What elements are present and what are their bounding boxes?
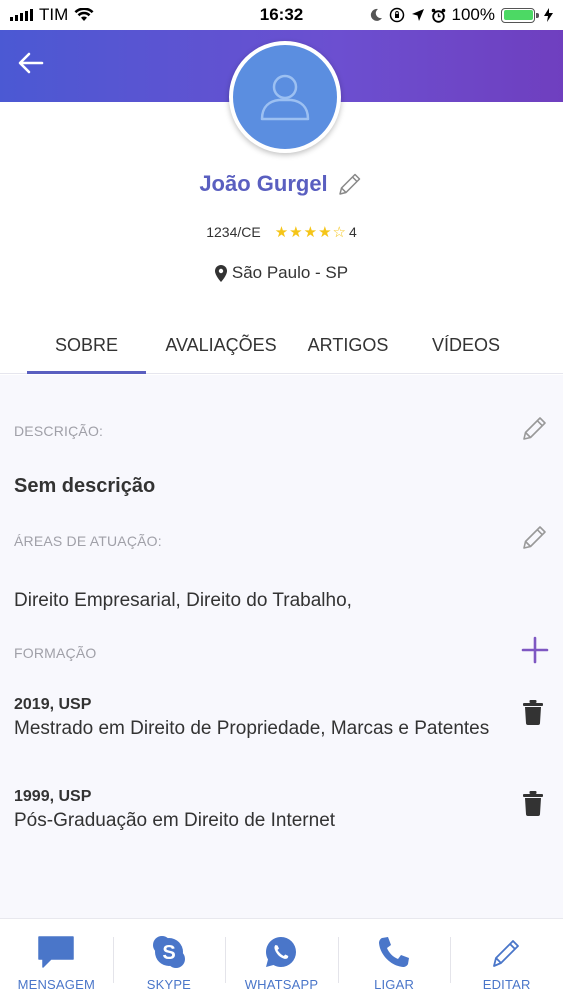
location-row: São Paulo - SP (0, 263, 563, 283)
battery-percent: 100% (451, 5, 495, 24)
status-bar: TIM 16:32 100% (0, 0, 563, 30)
profile-name: João Gurgel (199, 171, 328, 196)
whatsapp-icon (266, 937, 297, 967)
whatsapp-label: WHATSAPP (244, 977, 319, 992)
areas-text: Direito Empresarial, Direito do Trabalho… (14, 590, 352, 611)
user-placeholder-icon (260, 74, 310, 121)
status-right: 100% (353, 5, 553, 25)
whatsapp-button[interactable]: WHATSAPP (225, 919, 338, 1000)
phone-icon (379, 937, 410, 967)
edit-areas-button[interactable] (519, 521, 551, 553)
edit-button[interactable]: EDITAR (450, 919, 563, 1000)
rating-value: 4 (348, 224, 357, 240)
formation-item: 1999, USP Pós-Graduação em Direito de In… (14, 788, 504, 833)
about-content: DESCRIÇÃO: Sem descrição ÁREAS DE ATUAÇÃ… (0, 375, 563, 918)
star-empty-icon: ☆ (332, 224, 346, 241)
message-label: MENSAGEM (17, 977, 96, 992)
signal-icon (10, 9, 33, 21)
star-icon: ★ (274, 224, 289, 241)
formation-year: 2019, USP (14, 696, 92, 713)
tab-videos[interactable]: VÍDEOS (416, 318, 516, 373)
pencil-icon (523, 526, 546, 549)
star-icon: ★ (303, 224, 318, 241)
back-button[interactable] (14, 46, 48, 80)
edit-label: EDITAR (482, 977, 531, 992)
formation-title: Pós-Graduação em Direito de Internet (14, 810, 336, 831)
delete-formation-button[interactable] (521, 698, 545, 726)
map-pin-icon (214, 264, 227, 282)
avatar[interactable] (229, 41, 341, 153)
message-button[interactable]: MENSAGEM (0, 919, 113, 1000)
trash-icon (523, 699, 543, 725)
carrier-label: TIM (39, 5, 69, 24)
skype-button[interactable]: S SKYPE (112, 919, 226, 1000)
tab-sobre[interactable]: SOBRE (27, 318, 146, 374)
formation-title: Mestrado em Direito de Propriedade, Marc… (14, 718, 490, 739)
areas-label: ÁREAS DE ATUAÇÃO: (14, 533, 162, 549)
edit-name-button[interactable] (336, 170, 364, 198)
tab-avaliacoes[interactable]: AVALIAÇÕES (162, 318, 280, 373)
star-icon: ★ (289, 224, 303, 241)
svg-text:S: S (162, 942, 175, 964)
description-text: Sem descrição (14, 475, 156, 497)
pencil-icon (338, 173, 360, 195)
star-icon: ★ (318, 224, 332, 241)
edit-description-button[interactable] (519, 412, 551, 444)
formation-year: 1999, USP (14, 788, 92, 805)
plus-icon (521, 636, 549, 664)
meta-row: 1234/CE ★ ★ ★ ★ ☆ 4 (0, 223, 563, 241)
trash-icon (523, 790, 543, 816)
alarm-icon (431, 8, 445, 23)
skype-label: SKYPE (146, 977, 192, 992)
skype-icon: S (152, 936, 185, 968)
location-arrow-icon (411, 9, 424, 21)
add-formation-button[interactable] (519, 634, 551, 666)
call-button[interactable]: LIGAR (337, 919, 451, 1000)
battery-icon (501, 7, 539, 23)
charging-icon (544, 8, 553, 22)
location-text: São Paulo - SP (231, 263, 349, 282)
orientation-lock-icon (389, 7, 404, 23)
status-time: 16:32 (259, 5, 304, 24)
formation-label: FORMAÇÃO (14, 645, 97, 661)
pencil-icon (523, 417, 546, 440)
bottom-action-bar: MENSAGEM S SKYPE WHATSAPP LIGAR EDITAR (0, 918, 563, 1000)
profile-tabs: SOBRE AVALIAÇÕES ARTIGOS VÍDEOS (0, 318, 563, 374)
name-row: João Gurgel (0, 170, 563, 198)
formation-item: 2019, USP Mestrado em Direito de Proprie… (14, 696, 504, 741)
arrow-left-icon (18, 52, 44, 74)
pencil-icon (492, 940, 519, 967)
wifi-icon (74, 8, 94, 21)
delete-formation-button[interactable] (521, 789, 545, 817)
message-icon (38, 936, 75, 968)
tab-artigos[interactable]: ARTIGOS (296, 318, 400, 373)
moon-icon (370, 8, 382, 21)
status-left: TIM (10, 5, 210, 25)
registration-number: 1234/CE (206, 224, 261, 240)
call-label: LIGAR (374, 977, 415, 992)
rating-stars: ★ ★ ★ ★ ☆ 4 (275, 223, 357, 241)
description-label: DESCRIÇÃO: (14, 423, 104, 439)
